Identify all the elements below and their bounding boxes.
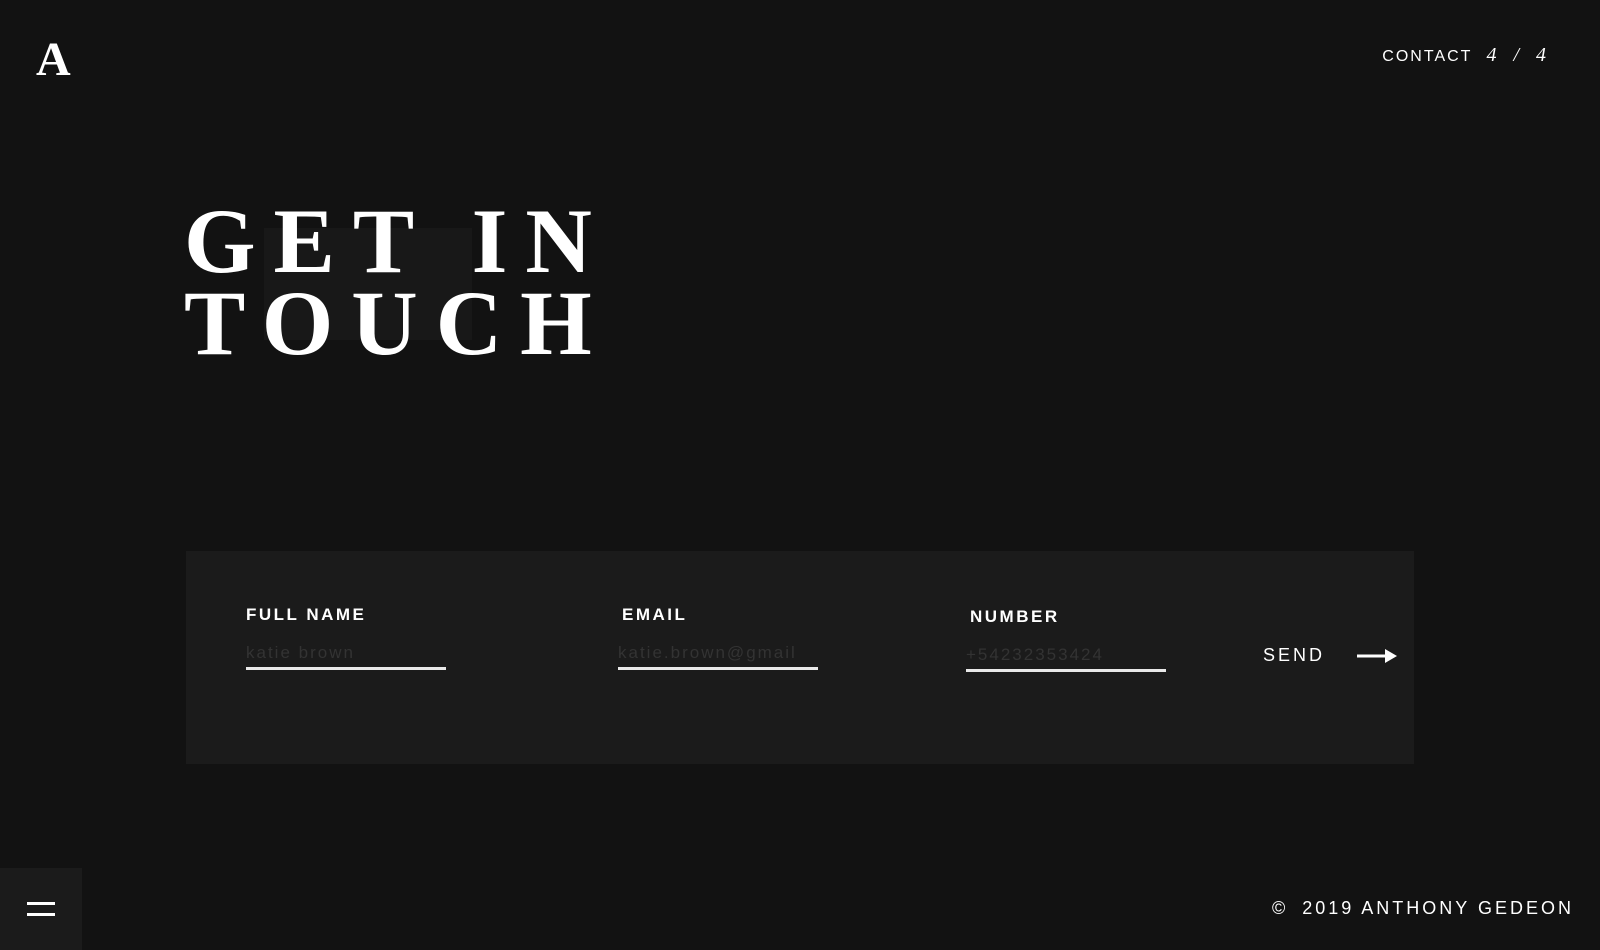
email-input[interactable] — [618, 643, 818, 670]
copyright-text: 2019 ANTHONY GEDEON — [1302, 898, 1574, 918]
footer-copyright: © 2019 ANTHONY GEDEON — [1272, 898, 1574, 919]
arrow-right-icon — [1357, 648, 1398, 663]
number-input[interactable] — [966, 645, 1166, 672]
title-line-1: GET IN — [184, 190, 610, 292]
full-name-input[interactable] — [246, 643, 446, 670]
number-label: NUMBER — [970, 607, 1060, 626]
section-label: CONTACT — [1382, 48, 1473, 65]
full-name-field: FULL NAME — [246, 605, 446, 670]
send-label: SEND — [1263, 645, 1326, 665]
send-button[interactable]: SEND — [1263, 645, 1398, 666]
copyright-icon: © — [1271, 898, 1289, 918]
site-logo[interactable]: A — [36, 32, 71, 88]
contact-form: FULL NAME EMAIL NUMBER SEND — [186, 551, 1414, 764]
full-name-label: FULL NAME — [246, 605, 367, 624]
email-field: EMAIL — [618, 605, 818, 670]
menu-button[interactable] — [0, 868, 82, 950]
email-label: EMAIL — [622, 605, 688, 624]
contact-page: A CONTACT 4 / 4 GET IN TOUCH FULL NAME E… — [0, 0, 1600, 950]
page-title: GET IN TOUCH — [184, 190, 610, 374]
section-indicator: CONTACT 4 / 4 — [1382, 44, 1552, 67]
page-counter: 4 / 4 — [1486, 44, 1552, 66]
title-line-2: TOUCH — [184, 272, 610, 374]
number-field: NUMBER — [966, 607, 1166, 672]
hamburger-menu-icon — [27, 902, 55, 916]
